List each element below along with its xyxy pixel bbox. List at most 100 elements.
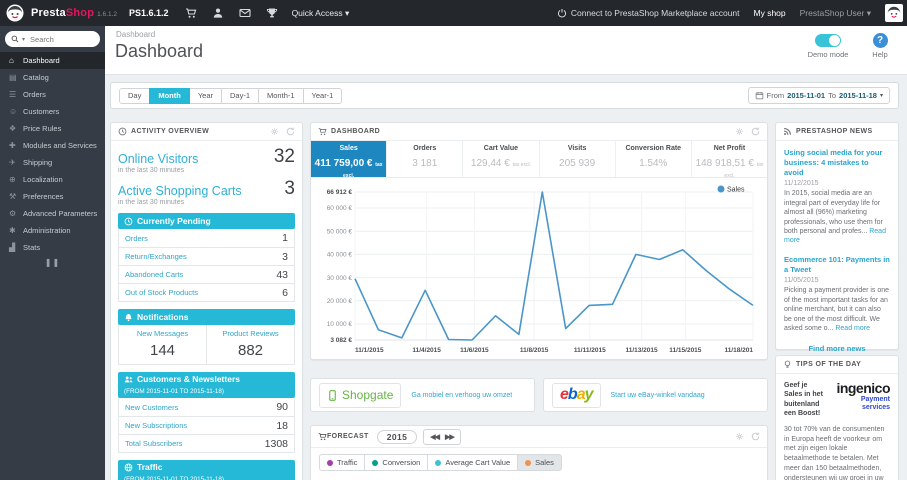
demo-mode-toggle[interactable]: [815, 34, 841, 47]
svg-text:11/18/201: 11/18/201: [724, 347, 753, 354]
kpi-tab-net-profit[interactable]: Net Profit 148 918,51 € tax excl.: [692, 141, 767, 179]
active-carts-value: 3: [284, 178, 295, 199]
news-item-date: 11/12/2015: [784, 180, 819, 188]
pending-row-out-of-stock[interactable]: Out of Stock Products 6: [119, 283, 294, 301]
sidebar-item-shipping[interactable]: ✈ Shipping: [0, 154, 105, 171]
sidebar-item-stats[interactable]: ▟ Stats: [0, 239, 105, 256]
gear-icon[interactable]: [270, 127, 279, 136]
filter-month-1-button[interactable]: Month-1: [258, 88, 304, 104]
breadcrumb[interactable]: Dashboard: [116, 30, 155, 39]
sidebar-item-dashboard[interactable]: ⌂ Dashboard: [0, 52, 105, 69]
sidebar-item-label: Administration: [23, 226, 71, 235]
shopgate-link[interactable]: Ga mobiel en verhoog uw omzet: [411, 392, 512, 399]
forecast-year-pill[interactable]: 2015: [376, 429, 418, 444]
product-reviews-cell[interactable]: Product Reviews 882: [206, 325, 294, 364]
panel-tools: [735, 127, 760, 136]
refresh-icon[interactable]: [286, 127, 295, 136]
new-subscriptions-row[interactable]: New Subscriptions 18: [119, 416, 294, 434]
ingenico-tagline: Payment services: [860, 396, 890, 412]
clock-icon: [118, 127, 127, 136]
legend-average-cart-value-button[interactable]: Average Cart Value: [427, 454, 519, 471]
svg-text:10 000 €: 10 000 €: [327, 321, 353, 328]
total-subscribers-row[interactable]: Total Subscribers 1308: [119, 434, 294, 452]
filter-month-button[interactable]: Month: [149, 88, 190, 104]
conversion-dot-icon: [372, 459, 379, 466]
news-item-title[interactable]: Ecommerce 101: Payments in a Tweet: [784, 255, 890, 275]
kpi-tab-sales[interactable]: Sales 411 759,00 € tax excl.: [311, 141, 388, 179]
sidebar-item-localization[interactable]: ⊕ Localization: [0, 171, 105, 188]
filter-day-1-button[interactable]: Day-1: [221, 88, 260, 104]
legend-label: Conversion: [382, 458, 421, 467]
ebay-banner[interactable]: ebay Start uw eBay-winkel vandaag: [543, 378, 768, 412]
filter-year-1-button[interactable]: Year-1: [302, 88, 343, 104]
filter-year-button[interactable]: Year: [188, 88, 222, 104]
cart-shortcut-icon[interactable]: [185, 7, 197, 19]
trophy-shortcut-icon[interactable]: [266, 7, 278, 19]
refresh-icon[interactable]: [751, 432, 760, 441]
find-more-news-link[interactable]: Find more news: [784, 344, 890, 353]
legend-conversion-button[interactable]: Conversion: [364, 454, 429, 471]
date-range-picker[interactable]: From 2015-11-01 To 2015-11-18 ▾: [747, 87, 890, 104]
gear-icon[interactable]: [735, 127, 744, 136]
sidebar-item-customers[interactable]: ☺ Customers: [0, 103, 105, 120]
pending-row-returns[interactable]: Return/Exchanges 3: [119, 247, 294, 265]
shopgate-banner[interactable]: Shopgate Ga mobiel en verhoog uw omzet: [310, 378, 535, 412]
pending-row-abandoned-carts[interactable]: Abandoned Carts 43: [119, 265, 294, 283]
kpi-label: Orders: [413, 145, 437, 152]
sidebar-item-advanced-parameters[interactable]: ⚙ Advanced Parameters: [0, 205, 105, 222]
previous-year-icon[interactable]: ◀◀: [430, 433, 440, 441]
price-rules-icon: ❖: [9, 124, 17, 133]
sidebar-collapse-icon[interactable]: ❚❚: [0, 258, 105, 267]
gear-icon[interactable]: [735, 432, 744, 441]
pending-row-orders[interactable]: Orders 1: [119, 229, 294, 247]
kpi-tab-orders[interactable]: Orders 3 181: [387, 141, 464, 177]
kpi-tab-conversion-rate[interactable]: Conversion Rate 1.54%: [616, 141, 692, 177]
ingenico-logo[interactable]: ingenico Payment services: [828, 381, 890, 419]
refresh-icon[interactable]: [751, 127, 760, 136]
quick-access-menu[interactable]: Quick Access ▾: [292, 8, 350, 19]
sales-line-chart[interactable]: 3 082 € 10 000 € 20 000 € 30 000 € 40 000 € 5…: [319, 180, 759, 356]
marketplace-link[interactable]: Connect to PrestaShop Marketplace accoun…: [557, 8, 740, 18]
legend-sales-button[interactable]: Sales: [517, 454, 562, 471]
sidebar-item-preferences[interactable]: ⚒ Preferences: [0, 188, 105, 205]
sidebar-item-price-rules[interactable]: ❖ Price Rules: [0, 120, 105, 137]
my-shop-link[interactable]: My shop: [754, 8, 786, 18]
customers-shortcut-icon[interactable]: [212, 7, 224, 19]
kpi-value: 3 181: [412, 158, 438, 169]
sidebar-item-modules[interactable]: ✚ Modules and Services: [0, 137, 105, 154]
user-menu[interactable]: PrestaShop User ▾: [800, 8, 871, 19]
filter-day-button[interactable]: Day: [119, 88, 151, 104]
kpi-tab-cart-value[interactable]: Cart Value 129,44 € tax excl.: [463, 141, 540, 177]
messages-shortcut-icon[interactable]: [239, 7, 251, 19]
sidebar-item-catalog[interactable]: ▤ Catalog: [0, 69, 105, 86]
news-item-title[interactable]: Using social media for your business: 4 …: [784, 148, 890, 177]
read-more-link[interactable]: Read more: [835, 325, 870, 332]
active-carts-link[interactable]: Active Shopping Carts: [118, 184, 242, 198]
next-year-icon[interactable]: ▶▶: [445, 433, 455, 441]
sidebar-item-orders[interactable]: ☰ Orders: [0, 86, 105, 103]
new-messages-cell[interactable]: New Messages 144: [119, 325, 206, 364]
legend-traffic-button[interactable]: Traffic: [319, 454, 366, 471]
activity-body: Online Visitors 32 in the last 30 minute…: [111, 141, 302, 480]
svg-text:3 082 €: 3 082 €: [330, 337, 352, 344]
prestashop-logo-icon[interactable]: [6, 4, 24, 22]
ebay-logo: ebay: [552, 382, 601, 408]
help-button[interactable]: ? Help: [865, 33, 895, 59]
search-input[interactable]: [28, 33, 87, 45]
stats-icon: ▟: [9, 243, 16, 252]
sidebar-item-label: Price Rules: [23, 124, 62, 133]
online-visitors-link[interactable]: Online Visitors: [118, 152, 198, 166]
kpi-tab-visits[interactable]: Visits 205 939: [540, 141, 616, 177]
sidebar-search[interactable]: ▾: [5, 31, 100, 47]
sidebar-item-administration[interactable]: ✱ Administration: [0, 222, 105, 239]
user-avatar[interactable]: [885, 4, 903, 22]
ebay-link[interactable]: Start uw eBay-winkel vandaag: [611, 392, 705, 399]
forecast-panel: FORECAST 2015 ◀◀ ▶▶ Traffic Conversion A…: [310, 425, 768, 480]
sidebar-item-label: Advanced Parameters: [23, 209, 98, 218]
news-item: Ecommerce 101: Payments in a Tweet 11/05…: [784, 255, 890, 334]
forecast-nav: ◀◀ ▶▶: [423, 428, 461, 445]
bell-icon: [124, 313, 133, 322]
new-customers-row[interactable]: New Customers 90: [119, 398, 294, 416]
search-scope-caret-icon[interactable]: ▾: [22, 36, 25, 43]
dashboard-panel: DASHBOARD Sales 411 759,00 € tax excl. Or…: [310, 122, 768, 360]
